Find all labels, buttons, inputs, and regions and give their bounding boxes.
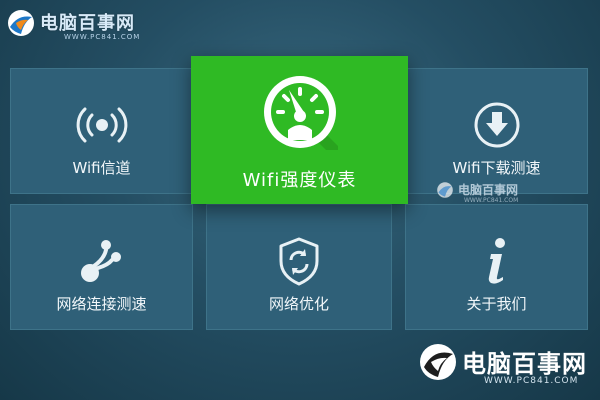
brand-logo-icon — [8, 10, 34, 36]
watermark-url: WWW.PC841.COM — [64, 33, 141, 41]
wifi-signal-icon — [76, 107, 127, 143]
tile-wifi-channel-label: Wifi信道 — [72, 159, 131, 177]
watermark-brand: 电脑百事网 — [462, 350, 587, 378]
tile-wifi-channel[interactable]: Wifi信道 — [10, 68, 193, 194]
connection-icon — [80, 240, 121, 282]
download-icon — [474, 102, 519, 148]
gauge-icon — [263, 76, 338, 150]
tile-wifi-download-speed[interactable]: Wifi下载测速 — [405, 68, 588, 194]
watermark-top-left: 电脑百事网 WWW.PC841.COM — [6, 6, 156, 48]
tile-wifi-strength-meter-label: Wifi强度仪表 — [242, 170, 357, 191]
watermark-brand: 电脑百事网 — [458, 183, 519, 197]
watermark-middle: 电脑百事网 WWW.PC841.COM — [436, 180, 556, 208]
tile-network-speed-test[interactable]: 网络连接测速 — [10, 204, 193, 330]
watermark-url: WWW.PC841.COM — [484, 376, 579, 386]
tile-wifi-download-speed-label: Wifi下载测速 — [452, 159, 541, 177]
info-icon — [488, 238, 505, 284]
brand-logo-icon — [437, 182, 453, 198]
tile-network-speed-test-label: 网络连接测速 — [56, 295, 147, 313]
tile-about-us[interactable]: 关于我们 — [405, 204, 588, 330]
watermark-brand: 电脑百事网 — [40, 13, 135, 34]
watermark-url: WWW.PC841.COM — [464, 197, 519, 204]
tile-network-optimize-label: 网络优化 — [268, 295, 329, 313]
shield-refresh-icon — [279, 237, 319, 286]
watermark-bottom-right: 电脑百事网 WWW.PC841.COM — [418, 340, 598, 396]
brand-logo-icon — [420, 344, 456, 380]
tile-about-us-label: 关于我们 — [466, 295, 527, 313]
tile-wifi-strength-meter[interactable]: Wifi强度仪表 — [191, 56, 408, 204]
tile-network-optimize[interactable]: 网络优化 — [206, 204, 392, 330]
